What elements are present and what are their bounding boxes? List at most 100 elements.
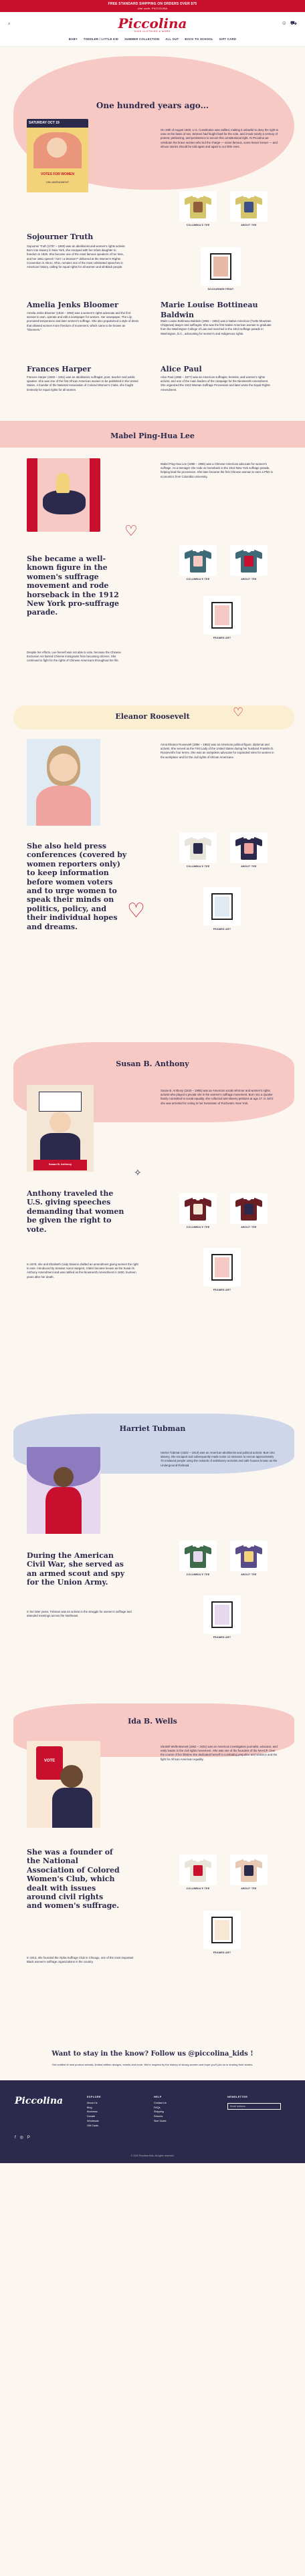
cart-icon[interactable]: ⛟ bbox=[290, 20, 297, 27]
account-icon[interactable]: ☺ bbox=[282, 20, 287, 27]
product-label[interactable]: FRAMED ART bbox=[203, 637, 241, 640]
nav-item-all-out[interactable]: ALL OUT bbox=[165, 37, 179, 41]
ida-bio: Ida Bell Wells-Barnett (1862 – 1931) was… bbox=[161, 1745, 278, 1761]
product-label[interactable]: COLUMBIA'S TEE bbox=[179, 1226, 217, 1229]
tshirt-icon bbox=[185, 1195, 211, 1222]
product-card[interactable]: FRAMED ART bbox=[203, 1248, 241, 1292]
product-label[interactable]: ABOUT TEE bbox=[230, 865, 268, 868]
product-card[interactable]: ABOUT TEE bbox=[230, 191, 268, 227]
product-card[interactable]: FRAMED ART bbox=[203, 887, 241, 931]
product-card[interactable]: COLUMBIA'S TEE bbox=[179, 191, 217, 227]
footer-logo[interactable]: Piccolina bbox=[15, 2095, 63, 2108]
footer-link[interactable]: Donate bbox=[87, 2114, 101, 2119]
pinterest-icon[interactable]: P bbox=[27, 2135, 30, 2140]
framed-print-icon bbox=[211, 1601, 233, 1628]
susan-bio: Susan B. Anthony (1820 – 1906) was an Am… bbox=[161, 1089, 274, 1105]
announcement-subtext: Use code: PICCOLINA bbox=[137, 6, 168, 10]
footer-link[interactable]: Returns bbox=[154, 2114, 167, 2119]
product-label[interactable]: FRAMED ART bbox=[203, 1951, 241, 1955]
product-label[interactable]: ABOUT TEE bbox=[230, 224, 268, 227]
poster-slogan: VOTES FOR WOMEN bbox=[41, 172, 74, 176]
intro-title: One hundred years ago... bbox=[96, 101, 209, 110]
product-card[interactable]: COLUMBIA'S TEE bbox=[179, 545, 217, 581]
harriet-body: In her later years, Tubman was an activi… bbox=[27, 1610, 132, 1618]
product-label[interactable]: FRAMED ART bbox=[203, 1289, 241, 1292]
tshirt-icon bbox=[235, 547, 262, 574]
product-label[interactable]: COLUMBIA'S TEE bbox=[179, 1887, 217, 1891]
product-card[interactable]: FRAMED ART bbox=[203, 1595, 241, 1639]
tshirt-icon bbox=[235, 193, 262, 220]
footer-link[interactable]: Kindness bbox=[87, 2110, 101, 2114]
footer-link[interactable]: FAQs bbox=[154, 2106, 167, 2110]
nav-item-summer[interactable]: SUMMER COLLECTION bbox=[124, 37, 159, 41]
instagram-icon[interactable]: ◎ bbox=[20, 2135, 23, 2140]
product-label[interactable]: COLUMBIA'S TEE bbox=[179, 1573, 217, 1577]
tshirt-icon bbox=[235, 1195, 262, 1222]
product-card[interactable]: ABOUT TEE bbox=[230, 1193, 268, 1229]
product-card[interactable]: SOJOURNER PRINT bbox=[201, 247, 241, 291]
susan-name: Susan B. Anthony bbox=[116, 1060, 189, 1068]
product-label[interactable]: ABOUT TEE bbox=[230, 1573, 268, 1577]
product-card[interactable]: COLUMBIA'S TEE bbox=[179, 1541, 217, 1577]
ida-portrait-illustration: VOTE bbox=[27, 1741, 100, 1828]
footer-link[interactable]: Blog bbox=[87, 2106, 101, 2110]
nav-item-school[interactable]: BACK TO SCHOOL bbox=[185, 37, 213, 41]
harper-name: Frances Harper bbox=[27, 365, 92, 373]
footer-link[interactable]: Size Guide bbox=[154, 2119, 167, 2124]
product-card[interactable]: ABOUT TEE bbox=[230, 545, 268, 581]
susan-name-banner: Susan B. Anthony bbox=[33, 1160, 87, 1170]
mabel-section: Mabel Ping-Hua Lee Mabel Ping-Hua Lee (1… bbox=[0, 421, 305, 701]
newsletter-email-field[interactable]: Email address bbox=[227, 2103, 281, 2110]
footer-link[interactable]: Shipping bbox=[154, 2110, 167, 2114]
footer-newsletter: NEWSLETTER bbox=[227, 2095, 247, 2101]
copyright: © 2020 Piccolina Kids. All rights reserv… bbox=[130, 2154, 175, 2158]
facebook-icon[interactable]: f bbox=[15, 2135, 16, 2140]
susan-quote: Anthony traveled the U.S. giving speeche… bbox=[27, 1189, 124, 1234]
footer-link[interactable]: About Us bbox=[87, 2101, 101, 2106]
product-card[interactable]: ABOUT TEE bbox=[230, 1855, 268, 1891]
instagram-cta-title[interactable]: Want to stay in the know? Follow us @pic… bbox=[0, 2050, 305, 2059]
mabel-horseback-illustration bbox=[27, 458, 100, 532]
framed-print-icon bbox=[211, 893, 233, 920]
poster-year: 19th AMENDMENT bbox=[45, 180, 70, 184]
heart-doodle-icon: ♡ bbox=[127, 900, 145, 922]
announcement-bar: FREE STANDARD SHIPPING ON ORDERS OVER $7… bbox=[0, 0, 305, 12]
tshirt-icon bbox=[185, 1543, 211, 1569]
product-card[interactable]: ABOUT TEE bbox=[230, 832, 268, 868]
product-card[interactable]: FRAMED ART bbox=[203, 596, 241, 640]
nav-item-toddler[interactable]: TODDLER / LITTLE KID bbox=[84, 37, 118, 41]
heart-doodle-icon: ♡ bbox=[233, 705, 244, 719]
product-label[interactable]: COLUMBIA'S TEE bbox=[179, 865, 217, 868]
product-label[interactable]: SOJOURNER PRINT bbox=[201, 288, 241, 291]
main-nav: BABY TODDLER / LITTLE KID SUMMER COLLECT… bbox=[13, 37, 292, 41]
search-icon[interactable]: ⌕ bbox=[8, 21, 10, 27]
nav-item-baby[interactable]: BABY bbox=[69, 37, 78, 41]
product-label[interactable]: FRAMED ART bbox=[203, 1636, 241, 1639]
footer-link[interactable]: Gift Cards bbox=[87, 2124, 101, 2128]
susan-section: Susan B. Anthony Susan B. Anthony Susan … bbox=[0, 1035, 305, 1410]
instagram-cta: Want to stay in the know? Follow us @pic… bbox=[0, 2038, 305, 2080]
product-label[interactable]: FRAMED ART bbox=[203, 928, 241, 931]
product-card[interactable]: COLUMBIA'S TEE bbox=[179, 832, 217, 868]
product-label[interactable]: COLUMBIA'S TEE bbox=[179, 578, 217, 581]
alice-paul-bio: Alice Paul (1885 – 1977) was an American… bbox=[161, 375, 270, 391]
product-card[interactable]: FRAMED ART bbox=[203, 1911, 241, 1955]
framed-print-icon bbox=[211, 1917, 233, 1943]
product-label[interactable]: ABOUT TEE bbox=[230, 578, 268, 581]
harriet-bio: Harriet Tubman (1822 – 1913) was an Amer… bbox=[161, 1451, 278, 1467]
harriet-section: Harriet Tubman Harriet Tubman (1822 – 19… bbox=[0, 1410, 305, 1704]
heart-doodle-icon: ♡ bbox=[124, 522, 138, 539]
product-label[interactable]: ABOUT TEE bbox=[230, 1887, 268, 1891]
intro-section: One hundred years ago... SATURDAY OCT 19… bbox=[0, 47, 305, 421]
footer-link[interactable]: Wholesale bbox=[87, 2119, 101, 2124]
product-label[interactable]: ABOUT TEE bbox=[230, 1226, 268, 1229]
product-card[interactable]: COLUMBIA'S TEE bbox=[179, 1193, 217, 1229]
product-label[interactable]: COLUMBIA'S TEE bbox=[179, 224, 217, 227]
nav-item-gift-card[interactable]: GIFT CARD bbox=[219, 37, 237, 41]
product-card[interactable]: COLUMBIA'S TEE bbox=[179, 1855, 217, 1891]
footer-link[interactable]: Contact Us bbox=[154, 2101, 167, 2106]
susan-portrait-illustration: Susan B. Anthony bbox=[27, 1085, 94, 1172]
harriet-portrait-illustration bbox=[27, 1447, 100, 1534]
product-card[interactable]: ABOUT TEE bbox=[230, 1541, 268, 1577]
tshirt-icon bbox=[235, 1543, 262, 1569]
